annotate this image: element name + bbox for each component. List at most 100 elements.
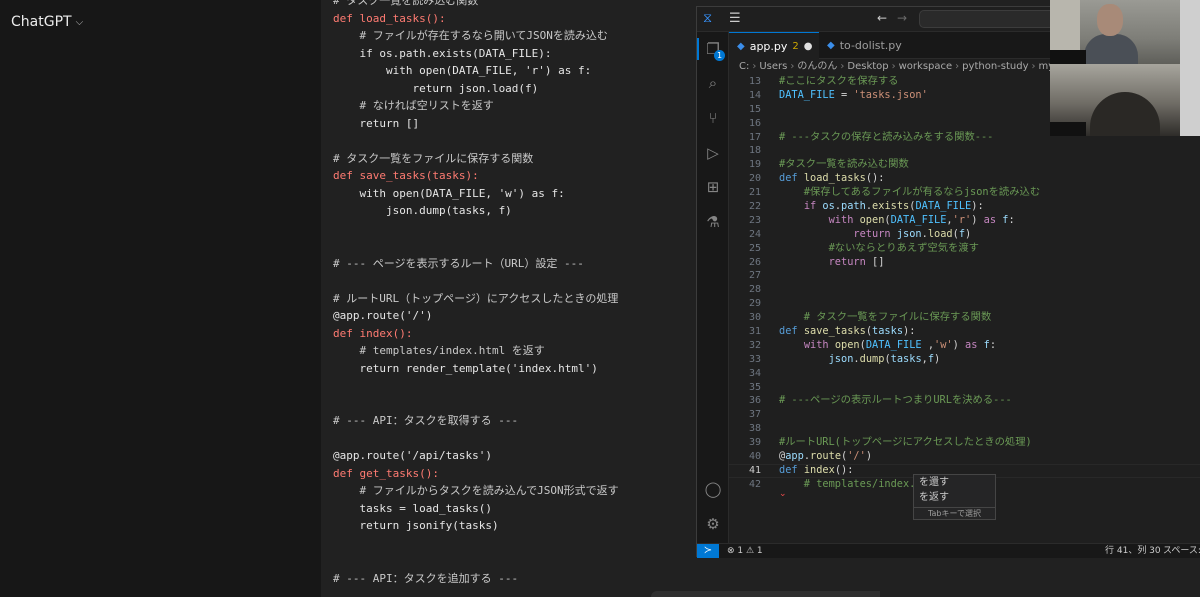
code-line[interactable]: #ないならとりあえず空気を渡す <box>779 242 1199 256</box>
code-token: #ルートURL(トップページにアクセスしたときの処理) <box>779 436 1032 449</box>
files-badge: 1 <box>714 50 725 61</box>
name-tag <box>1050 122 1086 136</box>
code-token: def <box>779 172 804 185</box>
line-number: 26 <box>748 256 761 268</box>
line-number: 42 <box>748 478 761 490</box>
code-line[interactable]: with open(DATA_FILE ,'w') as f: <box>779 339 1199 353</box>
code-token: app <box>785 450 804 463</box>
code-token: = <box>834 88 854 101</box>
code-token: return <box>853 227 897 240</box>
code-line[interactable] <box>779 269 1199 283</box>
code-line[interactable] <box>779 422 1199 436</box>
code-token: 'w' <box>934 338 953 351</box>
line-number: 24 <box>748 228 761 240</box>
breadcrumb-item[interactable]: C: <box>739 61 749 72</box>
code-line[interactable]: #保存してあるファイルが有るならjsonを読み込む <box>779 186 1199 200</box>
code-token: : <box>989 338 997 351</box>
line-number: 20 <box>748 173 761 185</box>
code-line[interactable]: json.dump(tasks,f) <box>779 353 1199 367</box>
name-tag <box>1050 50 1086 64</box>
activity-bar: ❐ 1 ⌕ ⑂ ▷ ⊞ ⚗ ◯ ⚙ <box>697 32 729 544</box>
code-line[interactable]: # タスク一覧をファイルに保存する関数 <box>779 311 1199 325</box>
code-line[interactable] <box>779 144 1199 158</box>
source-control-icon[interactable]: ⑂ <box>704 109 722 127</box>
code-token: [] <box>872 255 885 268</box>
command-center-search[interactable] <box>919 10 1055 28</box>
breadcrumb-item[interactable]: workspace <box>899 61 953 72</box>
code-token: # ---タスクの保存と読み込みをする関数--- <box>779 130 994 143</box>
code-token: ) <box>952 338 966 351</box>
tab-to-dolist-py[interactable]: ◆ to-dolist.py <box>819 32 919 59</box>
indentation-setting[interactable]: スペース: 2 <box>1163 544 1200 558</box>
ime-candidate[interactable]: を返す <box>914 490 995 505</box>
unsaved-dot-icon[interactable]: ● <box>804 33 813 60</box>
tab-problem-count: 2 <box>792 40 799 52</box>
webcam-edge <box>1180 0 1200 136</box>
line-number-gutter: 13 14 15 16 17 18 19 20 21 22 23 24 25 26 27 28 29 30 31 32… <box>729 75 761 492</box>
code-token: as <box>983 213 1003 226</box>
line-number: 16 <box>748 117 761 129</box>
code-token: def <box>779 325 804 338</box>
status-bar: ≻ ⊗ 1 ⚠ 1 行 41、列 30 スペース: 2 <box>697 543 1200 558</box>
code-token: load_tasks <box>803 172 866 185</box>
breadcrumb-separator-icon: › <box>840 61 845 72</box>
breadcrumb-separator-icon: › <box>891 61 896 72</box>
ime-hint: Tabキーで選択 <box>913 507 996 520</box>
code-line[interactable] <box>779 283 1199 297</box>
code-line[interactable]: # ---ページの表示ルートつまりURLを決める--- <box>779 394 1199 408</box>
code-token: 'r' <box>952 213 972 226</box>
chat-composer[interactable] <box>651 591 880 597</box>
breadcrumb-separator-icon: › <box>955 61 960 72</box>
code-token: ) <box>971 213 984 226</box>
testing-flask-icon[interactable]: ⚗ <box>704 213 722 231</box>
code-line[interactable] <box>779 367 1199 381</box>
remote-indicator-icon[interactable]: ≻ <box>697 544 719 558</box>
code-line[interactable]: with open(DATA_FILE,'r') as f: <box>779 214 1199 228</box>
breadcrumb-separator-icon: › <box>790 61 795 72</box>
line-number: 32 <box>748 339 761 351</box>
search-icon[interactable]: ⌕ <box>704 74 722 92</box>
code-line[interactable]: #タスク一覧を読み込む関数 <box>779 158 1199 172</box>
cursor-position[interactable]: 行 41、列 30 <box>1105 544 1161 558</box>
line-number: 28 <box>748 284 761 296</box>
code-token: tasks <box>872 325 904 338</box>
status-problems[interactable]: ⊗ 1 ⚠ 1 <box>727 544 763 558</box>
tab-app-py[interactable]: ◆ app.py 2 ● <box>729 32 819 59</box>
ime-candidate[interactable]: を還す <box>914 475 995 490</box>
account-icon[interactable]: ◯ <box>704 480 722 498</box>
code-token: DATA_FILE <box>890 213 947 226</box>
code-line[interactable]: def load_tasks(): <box>779 172 1199 186</box>
breadcrumb-item[interactable]: python-study <box>962 61 1028 72</box>
code-token: : <box>1008 213 1015 226</box>
line-number: 27 <box>748 270 761 282</box>
run-debug-icon[interactable]: ▷ <box>704 144 722 162</box>
line-number: 33 <box>748 353 761 365</box>
code-token: ) <box>934 352 941 365</box>
breadcrumb-item[interactable]: Users <box>759 61 787 72</box>
settings-gear-icon[interactable]: ⚙ <box>704 515 722 533</box>
forward-arrow-icon[interactable]: → <box>897 11 907 25</box>
code-token: DATA_FILE <box>865 338 922 351</box>
hamburger-menu-icon[interactable]: ☰ <box>729 11 741 26</box>
back-arrow-icon[interactable]: ← <box>877 11 887 25</box>
code-line[interactable]: @app.route('/') <box>779 450 1199 464</box>
code-line[interactable]: return [] <box>779 256 1199 270</box>
breadcrumb-item[interactable]: Desktop <box>847 61 888 72</box>
code-token: #タスク一覧を読み込む関数 <box>779 158 909 171</box>
model-selector[interactable]: ChatGPT ⌵ <box>11 14 83 30</box>
code-lines[interactable]: #ここにタスクを保存する DATA_FILE = 'tasks.json' # --… <box>779 75 1199 506</box>
code-line[interactable]: return json.load(f) <box>779 228 1199 242</box>
code-line[interactable] <box>779 381 1199 395</box>
code-line[interactable]: def save_tasks(tasks): <box>779 325 1199 339</box>
code-line[interactable] <box>779 297 1199 311</box>
code-line[interactable]: if os.path.exists(DATA_FILE): <box>779 200 1199 214</box>
code-line[interactable]: #ルートURL(トップページにアクセスしたときの処理) <box>779 436 1199 450</box>
code-token: index <box>803 463 835 476</box>
code-token: DATA_FILE <box>779 88 835 101</box>
extensions-icon[interactable]: ⊞ <box>704 178 722 196</box>
code-token: with <box>803 338 835 351</box>
breadcrumb-item[interactable]: のんのん <box>797 61 837 72</box>
code-line[interactable] <box>779 408 1199 422</box>
person-face <box>1097 4 1123 36</box>
